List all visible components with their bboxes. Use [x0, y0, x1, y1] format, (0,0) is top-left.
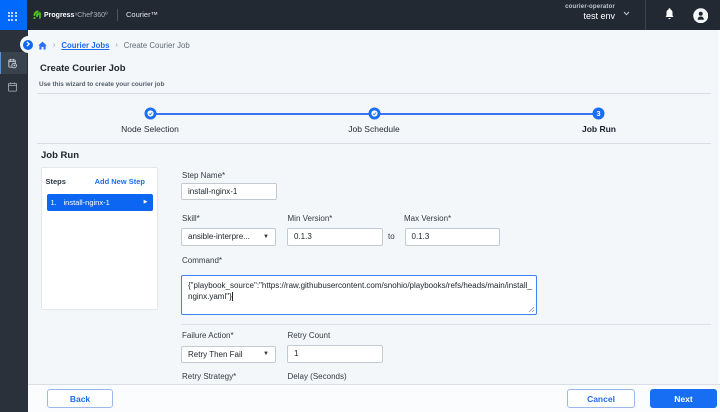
svg-text:3: 3 — [596, 109, 600, 118]
